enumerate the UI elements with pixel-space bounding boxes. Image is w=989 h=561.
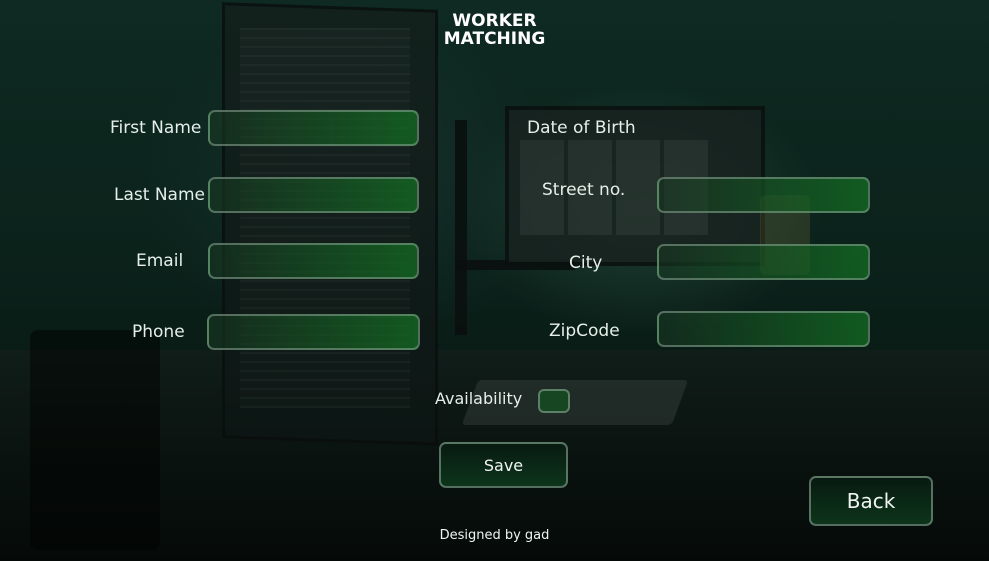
first-name-label: First Name [110, 118, 202, 138]
street-no-label: Street no. [542, 180, 626, 200]
zipcode-input[interactable] [657, 311, 870, 347]
page-title-line-1: WORKER [452, 11, 537, 31]
worker-matching-window: WORKER MATCHING First Name Last Name Ema… [0, 0, 989, 561]
save-button[interactable]: Save [439, 442, 568, 488]
last-name-label: Last Name [114, 185, 205, 205]
footer-credit: Designed by gad [439, 528, 550, 543]
city-input[interactable] [657, 244, 870, 280]
background-monitor-stand [455, 120, 467, 335]
phone-label: Phone [132, 322, 185, 342]
street-no-input[interactable] [657, 177, 870, 213]
back-button[interactable]: Back [809, 476, 933, 526]
last-name-input[interactable] [208, 177, 419, 213]
date-of-birth-label: Date of Birth [527, 118, 636, 138]
background-monitor-left-screen [240, 28, 410, 408]
phone-input[interactable] [207, 314, 420, 350]
email-input[interactable] [208, 243, 419, 279]
availability-checkbox[interactable] [538, 389, 570, 413]
page-title-line-2: MATCHING [443, 29, 546, 49]
zipcode-label: ZipCode [549, 321, 620, 341]
background-speaker-left [30, 330, 160, 550]
email-label: Email [136, 251, 184, 271]
city-label: City [569, 253, 603, 273]
page-title: WORKER MATCHING [0, 12, 989, 48]
availability-label: Availability [435, 389, 523, 408]
first-name-input[interactable] [208, 110, 419, 146]
